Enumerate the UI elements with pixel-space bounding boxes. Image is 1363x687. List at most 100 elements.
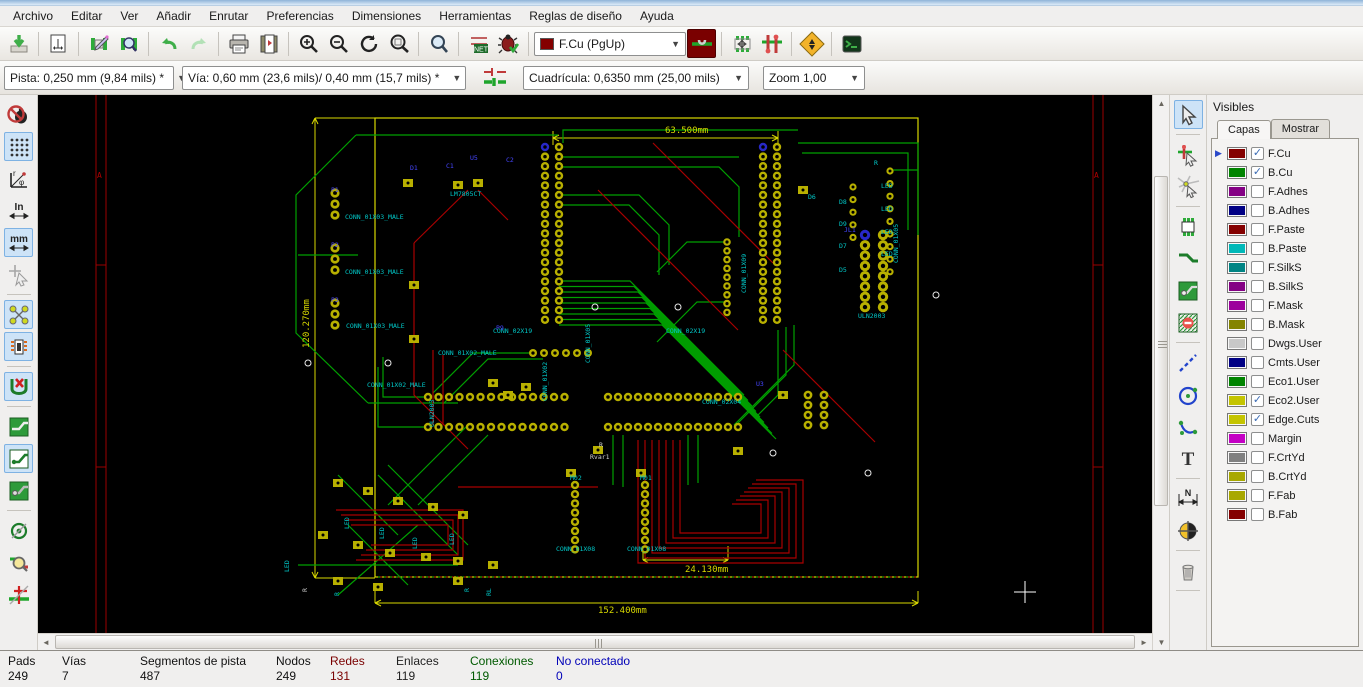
- plot-button[interactable]: [254, 29, 283, 58]
- drc-button[interactable]: [494, 29, 523, 58]
- scroll-down-arrow[interactable]: ▼: [1153, 634, 1170, 650]
- layer-row-eco2-user[interactable]: ✓ Eco2.User: [1214, 391, 1356, 410]
- layer-row-b-paste[interactable]: B.Paste: [1214, 239, 1356, 258]
- layer-visibility-checkbox[interactable]: [1251, 261, 1264, 274]
- add-dimension-button[interactable]: N: [1174, 484, 1203, 513]
- menu-herramientas[interactable]: Herramientas: [430, 7, 520, 25]
- layer-row-b-cu[interactable]: ✓ B.Cu: [1214, 163, 1356, 182]
- layer-visibility-checkbox[interactable]: [1251, 242, 1264, 255]
- layer-row-b-fab[interactable]: B.Fab: [1214, 505, 1356, 524]
- layer-row-b-silks[interactable]: B.SilkS: [1214, 277, 1356, 296]
- layer-row-f-adhes[interactable]: F.Adhes: [1214, 182, 1356, 201]
- local-ratsnest-button[interactable]: [1174, 172, 1203, 201]
- layer-visibility-checkbox[interactable]: [1251, 470, 1264, 483]
- layer-color-swatch[interactable]: [1227, 318, 1247, 331]
- layer-selector[interactable]: F.Cu (PgUp) ▼: [534, 31, 686, 56]
- save-button[interactable]: [4, 29, 33, 58]
- units-inches-button[interactable]: In: [4, 196, 33, 225]
- module-ratsnest-button[interactable]: [4, 332, 33, 361]
- layer-row-b-crtyd[interactable]: B.CrtYd: [1214, 467, 1356, 486]
- add-keepout-button[interactable]: [1174, 308, 1203, 337]
- layer-color-swatch[interactable]: [1227, 375, 1247, 388]
- add-track-button[interactable]: [1174, 244, 1203, 273]
- footprint-mode-button[interactable]: [727, 29, 756, 58]
- layer-color-swatch[interactable]: [1227, 394, 1247, 407]
- layer-color-swatch[interactable]: [1227, 470, 1247, 483]
- zoom-out-button[interactable]: [324, 29, 353, 58]
- layer-visibility-checkbox[interactable]: ✓: [1251, 394, 1264, 407]
- netlist-button[interactable]: NET: [464, 29, 493, 58]
- layer-color-swatch[interactable]: [1227, 280, 1247, 293]
- grid-selector[interactable]: Cuadrícula: 0,6350 mm (25,00 mils) ▼: [523, 65, 749, 90]
- via-size-selector[interactable]: Vía: 0,60 mm (23,6 mils)/ 0,40 mm (15,7 …: [182, 65, 466, 90]
- layer-color-swatch[interactable]: [1227, 451, 1247, 464]
- layer-visibility-checkbox[interactable]: [1251, 375, 1264, 388]
- scroll-left-arrow[interactable]: ◄: [38, 634, 54, 650]
- vertical-scrollbar[interactable]: ▲ ▼: [1152, 95, 1169, 650]
- menu-editar[interactable]: Editar: [62, 7, 111, 25]
- add-zone-button[interactable]: [1174, 276, 1203, 305]
- ratsnest-visibility-button[interactable]: [4, 300, 33, 329]
- layer-color-swatch[interactable]: [1227, 337, 1247, 350]
- zoom-in-button[interactable]: [294, 29, 323, 58]
- layer-color-swatch[interactable]: [1227, 508, 1247, 521]
- drc-off-button[interactable]: [4, 100, 33, 129]
- zoom-selector[interactable]: Zoom 1,00 ▼: [763, 65, 865, 90]
- layer-color-swatch[interactable]: [1227, 261, 1247, 274]
- layer-color-swatch[interactable]: [1227, 147, 1247, 160]
- delete-tool-button[interactable]: [1174, 556, 1203, 585]
- zoom-fit-button[interactable]: [384, 29, 413, 58]
- layer-row-edge-cuts[interactable]: ✓ Edge.Cuts: [1214, 410, 1356, 429]
- add-arc-button[interactable]: [1174, 412, 1203, 441]
- layer-color-swatch[interactable]: [1227, 223, 1247, 236]
- print-button[interactable]: [224, 29, 253, 58]
- layer-visibility-checkbox[interactable]: [1251, 432, 1264, 445]
- layer-row-f-mask[interactable]: F.Mask: [1214, 296, 1356, 315]
- vertical-scroll-thumb[interactable]: [1154, 176, 1168, 506]
- auto-track-width-button[interactable]: [480, 63, 509, 92]
- scroll-right-arrow[interactable]: ►: [1136, 634, 1152, 650]
- menu-a-adir[interactable]: Añadir: [147, 7, 200, 25]
- pcb-canvas[interactable]: 63.500mm 120.270mm 152.400mm 24.130mm A A LM78…: [38, 95, 1152, 633]
- tab-mostrar[interactable]: Mostrar: [1270, 119, 1331, 138]
- layer-color-swatch[interactable]: [1227, 299, 1247, 312]
- layers-manager-toggle-button[interactable]: [4, 580, 33, 609]
- layer-visibility-checkbox[interactable]: [1251, 356, 1264, 369]
- layer-row-f-crtyd[interactable]: F.CrtYd: [1214, 448, 1356, 467]
- layer-visibility-checkbox[interactable]: ✓: [1251, 147, 1264, 160]
- layer-visibility-checkbox[interactable]: [1251, 451, 1264, 464]
- add-footprint-button[interactable]: [1174, 212, 1203, 241]
- units-mm-button[interactable]: mm: [4, 228, 33, 257]
- layer-visibility-checkbox[interactable]: ✓: [1251, 166, 1264, 179]
- layer-row-margin[interactable]: Margin: [1214, 429, 1356, 448]
- layer-color-swatch[interactable]: [1227, 242, 1247, 255]
- layer-visibility-checkbox[interactable]: [1251, 223, 1264, 236]
- layer-visibility-checkbox[interactable]: [1251, 299, 1264, 312]
- zones-sketch-button[interactable]: [4, 476, 33, 505]
- redo-button[interactable]: [184, 29, 213, 58]
- cursor-shape-button[interactable]: [4, 260, 33, 289]
- menu-ver[interactable]: Ver: [111, 7, 147, 25]
- python-console-button[interactable]: [837, 29, 866, 58]
- highlight-net-button[interactable]: [1174, 140, 1203, 169]
- layer-pair-button[interactable]: [687, 29, 716, 58]
- add-target-button[interactable]: [1174, 516, 1203, 545]
- layer-row-cmts-user[interactable]: Cmts.User: [1214, 353, 1356, 372]
- auto-delete-tracks-button[interactable]: [4, 372, 33, 401]
- zones-outline-button[interactable]: [4, 444, 33, 473]
- layer-row-b-mask[interactable]: B.Mask: [1214, 315, 1356, 334]
- redraw-button[interactable]: [354, 29, 383, 58]
- layer-color-swatch[interactable]: [1227, 489, 1247, 502]
- footprint-viewer-button[interactable]: [114, 29, 143, 58]
- undo-button[interactable]: [154, 29, 183, 58]
- layer-visibility-checkbox[interactable]: [1251, 318, 1264, 331]
- layer-color-swatch[interactable]: [1227, 413, 1247, 426]
- menu-enrutar[interactable]: Enrutar: [200, 7, 257, 25]
- menu-preferencias[interactable]: Preferencias: [257, 7, 342, 25]
- menu-dimensiones[interactable]: Dimensiones: [343, 7, 430, 25]
- zones-filled-button[interactable]: [4, 412, 33, 441]
- select-tool-button[interactable]: [1173, 100, 1203, 129]
- track-width-selector[interactable]: Pista: 0,250 mm (9,84 mils) * ▼: [4, 65, 186, 90]
- layer-row-f-silks[interactable]: F.SilkS: [1214, 258, 1356, 277]
- layer-color-swatch[interactable]: [1227, 432, 1247, 445]
